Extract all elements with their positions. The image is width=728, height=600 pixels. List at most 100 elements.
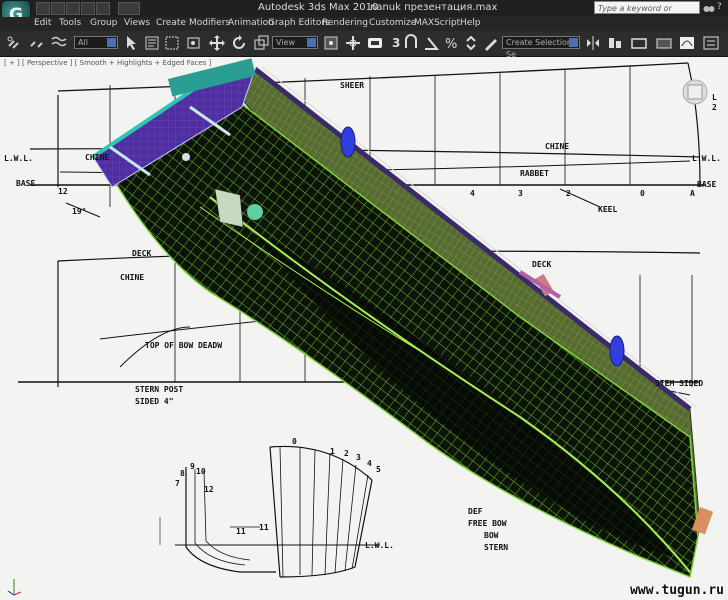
menu-views[interactable]: Views <box>124 18 150 28</box>
window-crossing-icon[interactable] <box>185 34 203 52</box>
menu-rendering[interactable]: Rendering <box>322 18 368 28</box>
select-manipulate-icon[interactable] <box>344 34 362 52</box>
snaps-toggle-icon[interactable] <box>402 34 420 52</box>
keyboard-shortcut-override-icon[interactable] <box>366 34 384 52</box>
snap-toggle-value[interactable]: 3 <box>392 36 402 54</box>
menu-bar: Edit Tools Group Views Create Modifiers … <box>0 17 728 31</box>
label-stem-sided: STEM SIDED <box>655 379 704 388</box>
help-icon[interactable]: ? <box>717 2 727 14</box>
viewport-label[interactable]: [ + ] [ Perspective ] [ Smooth + Highlig… <box>4 59 211 67</box>
angle-snap-icon[interactable] <box>422 34 440 52</box>
undo-icon[interactable] <box>81 2 95 15</box>
menu-customize[interactable]: Customize <box>369 18 416 28</box>
menu-group[interactable]: Group <box>90 18 117 28</box>
label-lwl-right: L.W.L. <box>692 154 721 163</box>
chevron-down-icon <box>569 38 578 47</box>
app-title: Autodesk 3ds Max 2010 <box>258 2 379 13</box>
label-st-5: 5 <box>376 465 381 474</box>
label-side-l: L <box>712 93 717 102</box>
select-and-link-icon[interactable] <box>6 34 24 52</box>
label-keel: KEEL <box>598 205 618 214</box>
label-bottom-right-2: FREE BOW <box>468 519 507 528</box>
title-bar: G Autodesk 3ds Max 2010 nanuk презентаци… <box>0 0 728 31</box>
reference-coord-value: View <box>276 38 295 47</box>
selection-filter-dropdown[interactable]: All <box>74 36 118 49</box>
binoculars-icon[interactable] <box>703 2 715 14</box>
pivot-center-icon[interactable] <box>322 34 340 52</box>
percent-snap-icon[interactable]: % <box>442 34 460 52</box>
label-station-3: 3 <box>518 189 523 198</box>
label-top-bow: TOP OF BOW DEADW <box>145 341 223 350</box>
label-st-11: 11 <box>236 527 246 536</box>
curve-editor-icon[interactable] <box>678 34 696 52</box>
reference-coordinate-dropdown[interactable]: View <box>272 36 318 49</box>
scale-icon[interactable] <box>252 34 270 52</box>
save-file-icon[interactable] <box>66 2 80 15</box>
label-rabbet: RABBET <box>520 169 549 178</box>
label-deck-left: DECK <box>132 249 152 258</box>
label-lwl-left: L.W.L. <box>4 154 33 163</box>
label-st-3: 3 <box>356 453 361 462</box>
main-toolbar: All View 3 % Create Selection Se <box>0 31 728 59</box>
menu-help[interactable]: Help <box>460 18 481 28</box>
label-st-12: 12 <box>204 485 214 494</box>
label-bottom-right-3: BOW <box>484 531 499 540</box>
unlink-icon[interactable] <box>28 34 46 52</box>
menu-maxscript[interactable]: MAXScript <box>414 18 460 28</box>
align-icon[interactable] <box>606 34 624 52</box>
mirror-icon[interactable] <box>584 34 602 52</box>
search-input[interactable]: Type a keyword or phrase <box>594 1 700 26</box>
label-st-10: 10 <box>196 467 206 476</box>
open-file-icon[interactable] <box>51 2 65 15</box>
label-station-4: 4 <box>470 189 475 198</box>
label-station-2: 2 <box>566 189 571 198</box>
menu-tools[interactable]: Tools <box>59 18 81 28</box>
viewport-canvas <box>18 58 714 579</box>
label-st-4: 4 <box>367 459 372 468</box>
named-selection-value: Create Selection Se <box>506 38 572 59</box>
named-selection-dropdown[interactable]: Create Selection Se <box>502 36 580 59</box>
select-by-name-icon[interactable] <box>143 34 161 52</box>
label-num-12: 12 <box>58 187 68 196</box>
graphite-tools-icon[interactable] <box>655 34 673 52</box>
label-deck-right: DECK <box>532 260 552 269</box>
project-folder-icon[interactable] <box>118 2 140 15</box>
label-chine-left: CHINE <box>85 153 110 162</box>
menu-animation[interactable]: Animation <box>228 18 274 28</box>
rectangular-selection-icon[interactable] <box>163 34 181 52</box>
label-st-9: 9 <box>190 462 195 471</box>
bind-space-warp-icon[interactable] <box>50 34 68 52</box>
selection-filter-value: All <box>78 38 88 47</box>
redo-icon[interactable] <box>96 2 110 15</box>
label-st-8: 8 <box>180 469 185 478</box>
move-icon[interactable] <box>208 34 226 52</box>
new-file-icon[interactable] <box>36 2 50 15</box>
select-object-icon[interactable] <box>122 34 140 52</box>
label-angle: 19° <box>72 207 87 216</box>
label-st-1: 1 <box>330 447 335 456</box>
label-stern-post: STERN POST <box>135 385 184 394</box>
label-st-2: 2 <box>344 449 349 458</box>
label-chine-top: CHINE <box>545 142 570 151</box>
menu-graph-editors[interactable]: Graph Editors <box>268 18 330 28</box>
file-name: nanuk презентация.max <box>370 2 498 13</box>
label-station-a: A <box>690 189 695 198</box>
label-num-11: 11 <box>259 523 269 532</box>
label-bottom-right-1: DEF <box>468 507 483 516</box>
edit-named-selection-icon[interactable] <box>482 34 500 52</box>
axis-tripod-icon <box>7 579 22 596</box>
viewcube-icon[interactable] <box>682 79 708 105</box>
spinner-snap-icon[interactable] <box>462 34 480 52</box>
chevron-down-icon <box>307 38 316 47</box>
menu-modifiers[interactable]: Modifiers <box>189 18 230 28</box>
menu-create[interactable]: Create <box>156 18 186 28</box>
chevron-down-icon <box>107 38 116 47</box>
menu-edit[interactable]: Edit <box>34 18 51 28</box>
perspective-viewport[interactable]: [ + ] [ Perspective ] [ Smooth + Highlig… <box>0 57 728 600</box>
label-sided-4: SIDED 4" <box>135 397 174 406</box>
layer-manager-icon[interactable] <box>630 34 648 52</box>
label-station-0: 0 <box>640 189 645 198</box>
label-base-left: BASE <box>16 179 36 188</box>
rotate-icon[interactable] <box>230 34 248 52</box>
schematic-view-icon[interactable] <box>702 34 720 52</box>
